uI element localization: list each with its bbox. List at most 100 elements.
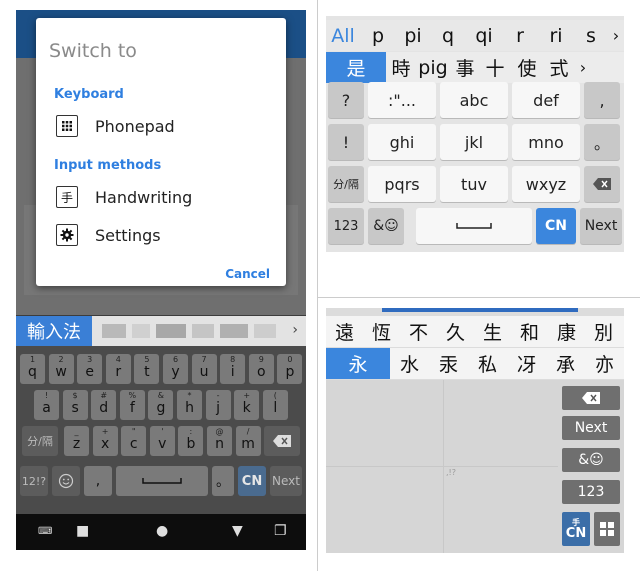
backspace-key[interactable] [264,426,300,456]
key-d[interactable]: # d [91,390,117,420]
home-icon[interactable]: ● [156,523,168,539]
handwriting-candidate[interactable]: 汞 [429,348,468,379]
delimiter-key[interactable]: 分/隔 [22,426,58,456]
key-o[interactable]: 9o [248,354,274,384]
key-z[interactable]: _ z [64,426,89,456]
key-v[interactable]: ' v [149,426,175,456]
handwriting-candidate[interactable]: 亦 [585,348,624,379]
space-key[interactable] [416,208,532,244]
phonepad-key[interactable]: jkl [440,124,508,160]
phonepad-key[interactable]: tuv [440,166,508,202]
phonepad-key[interactable]: mno [512,124,580,160]
phonepad-key[interactable]: :"... [368,82,436,118]
handwriting-candidate[interactable]: 水 [390,348,429,379]
phonepad-key[interactable]: , [584,82,620,118]
pinyin-option[interactable]: qi [466,20,502,51]
phonepad-key[interactable]: def [512,82,580,118]
candidate-option[interactable]: 十 [480,52,510,83]
phonepad-key[interactable]: wxyz [512,166,580,202]
key-h[interactable]: * h [177,390,202,420]
handwriting-candidate[interactable]: 冴 [507,348,546,379]
key-b[interactable]: :b [178,426,204,456]
symbol-key[interactable]: &☺ [562,448,620,472]
numbers-key[interactable]: 12!? [20,466,48,496]
settings-option[interactable]: Settings [56,223,161,247]
candidate-option[interactable]: 使 [510,52,544,83]
handwriting-candidate[interactable]: 恆 [363,316,400,347]
ime-label[interactable]: 輸入法 [16,316,92,346]
expand-pinyin-icon[interactable]: › [608,20,624,51]
key-s[interactable]: $ s [62,390,88,420]
handwriting-candidate[interactable]: 別 [585,316,622,347]
pinyin-option[interactable]: All [326,20,360,51]
cancel-button[interactable]: Cancel [225,267,270,281]
phonepad-key[interactable]: abc [440,82,508,118]
language-key[interactable]: CN [238,466,266,496]
candidate-option[interactable]: 時 [386,52,416,83]
key-t[interactable]: 5t [134,354,160,384]
handwriting-candidate[interactable]: 和 [511,316,548,347]
pinyin-option[interactable]: s [574,20,608,51]
key-y[interactable]: 6y [163,354,188,384]
phonepad-key[interactable]: ! [328,124,364,160]
key-f[interactable]: % f [119,390,145,420]
handwriting-candidate[interactable]: 私 [468,348,507,379]
pinyin-option[interactable]: q [430,20,466,51]
key-w[interactable]: 2w [48,354,74,384]
keyboard-hide-icon[interactable]: ⌨ [38,526,52,537]
key-m[interactable]: / m [235,426,261,456]
backspace-key[interactable] [584,166,620,202]
handwriting-candidate[interactable]: 久 [437,316,474,347]
key-u[interactable]: 7u [191,354,217,384]
key-r[interactable]: 4r [105,354,131,384]
next-key[interactable]: Next [270,466,302,496]
phonepad-key[interactable]: pqrs [368,166,436,202]
handwriting-candidate[interactable]: 康 [548,316,585,347]
square-icon[interactable]: ■ [76,523,89,539]
key-l[interactable]: (l [262,390,288,420]
back-icon[interactable]: ▼ [232,523,243,539]
period-key[interactable]: 。 [212,466,234,496]
key-j[interactable]: -j [205,390,231,420]
expand-candidates-icon[interactable]: › [292,322,298,338]
key-k[interactable]: + k [234,390,260,420]
language-key[interactable]: CN [536,208,576,244]
candidate-option[interactable]: pig [416,52,450,83]
handwriting-candidate[interactable]: 永 [326,348,390,379]
numbers-key[interactable]: 123 [328,208,364,244]
phonepad-key[interactable]: ghi [368,124,436,160]
key-i[interactable]: 8i [220,354,246,384]
backspace-key[interactable] [562,386,620,410]
candidate-option[interactable]: 是 [326,52,386,83]
key-n[interactable]: @ n [207,426,232,456]
symbol-key[interactable]: &☺ [368,208,404,244]
recents-icon[interactable]: ❐ [274,523,287,539]
phonepad-option[interactable]: Phonepad [56,114,175,138]
candidate-option[interactable]: 式 [544,52,574,83]
next-key[interactable]: Next [562,416,620,440]
pinyin-option[interactable]: r [502,20,538,51]
phonepad-key[interactable]: 。 [584,124,620,160]
pinyin-option[interactable]: ri [538,20,574,51]
key-q[interactable]: 1q [20,354,45,384]
pinyin-option[interactable]: pi [396,20,430,51]
key-e[interactable]: 3e [77,354,103,384]
phonepad-key[interactable]: 分/隔 [328,166,364,202]
key-g[interactable]: & g [148,390,174,420]
key-a[interactable]: ! a [34,390,59,420]
handwriting-candidate[interactable]: 承 [546,348,585,379]
key-p[interactable]: 0p [277,354,303,384]
pinyin-option[interactable]: p [360,20,396,51]
handwriting-option[interactable]: 手 Handwriting [56,185,192,209]
numbers-key[interactable]: 123 [562,480,620,504]
handwriting-candidate[interactable]: 不 [400,316,437,347]
comma-key[interactable]: , [84,466,112,496]
key-x[interactable]: + x [92,426,118,456]
emoji-key[interactable] [52,466,80,496]
handwriting-candidate[interactable]: 遠 [326,316,363,347]
space-key[interactable] [116,466,208,496]
expand-candidates-icon[interactable]: › [574,52,592,83]
language-key[interactable]: 手 CN [562,512,590,546]
handwriting-candidate[interactable]: 生 [474,316,511,347]
candidate-option[interactable]: 事 [450,52,480,83]
